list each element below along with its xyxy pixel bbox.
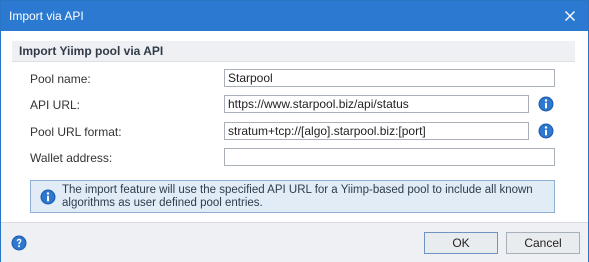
help-icon[interactable] bbox=[11, 235, 27, 251]
pool-url-format-input[interactable] bbox=[224, 122, 529, 140]
close-button[interactable] bbox=[552, 1, 588, 31]
wallet-address-input[interactable] bbox=[224, 148, 555, 166]
section-title: Import Yiimp pool via API bbox=[19, 44, 164, 58]
title-bar: Import via API bbox=[1, 1, 588, 31]
ok-button[interactable]: OK bbox=[424, 232, 498, 254]
info-icon bbox=[40, 189, 56, 205]
info-text: The import feature will use the specifie… bbox=[62, 184, 533, 209]
import-section: Import Yiimp pool via API Pool name: API… bbox=[12, 41, 575, 217]
dialog-footer: OK Cancel bbox=[1, 222, 588, 262]
pool-name-input[interactable] bbox=[224, 69, 555, 87]
api-url-label: API URL: bbox=[30, 98, 81, 112]
api-url-info-icon[interactable] bbox=[538, 96, 554, 112]
close-icon bbox=[565, 11, 575, 21]
pool-url-format-info-icon[interactable] bbox=[538, 123, 554, 139]
window-title: Import via API bbox=[9, 9, 84, 23]
info-box: The import feature will use the specifie… bbox=[30, 180, 555, 213]
pool-name-label: Pool name: bbox=[30, 72, 91, 86]
wallet-address-label: Wallet address: bbox=[30, 151, 113, 165]
cancel-button[interactable]: Cancel bbox=[506, 232, 580, 254]
pool-url-format-label: Pool URL format: bbox=[30, 125, 122, 139]
api-url-input[interactable] bbox=[224, 95, 529, 113]
section-header: Import Yiimp pool via API bbox=[12, 41, 575, 62]
import-dialog: Import via API Import Yiimp pool via API… bbox=[0, 0, 589, 262]
